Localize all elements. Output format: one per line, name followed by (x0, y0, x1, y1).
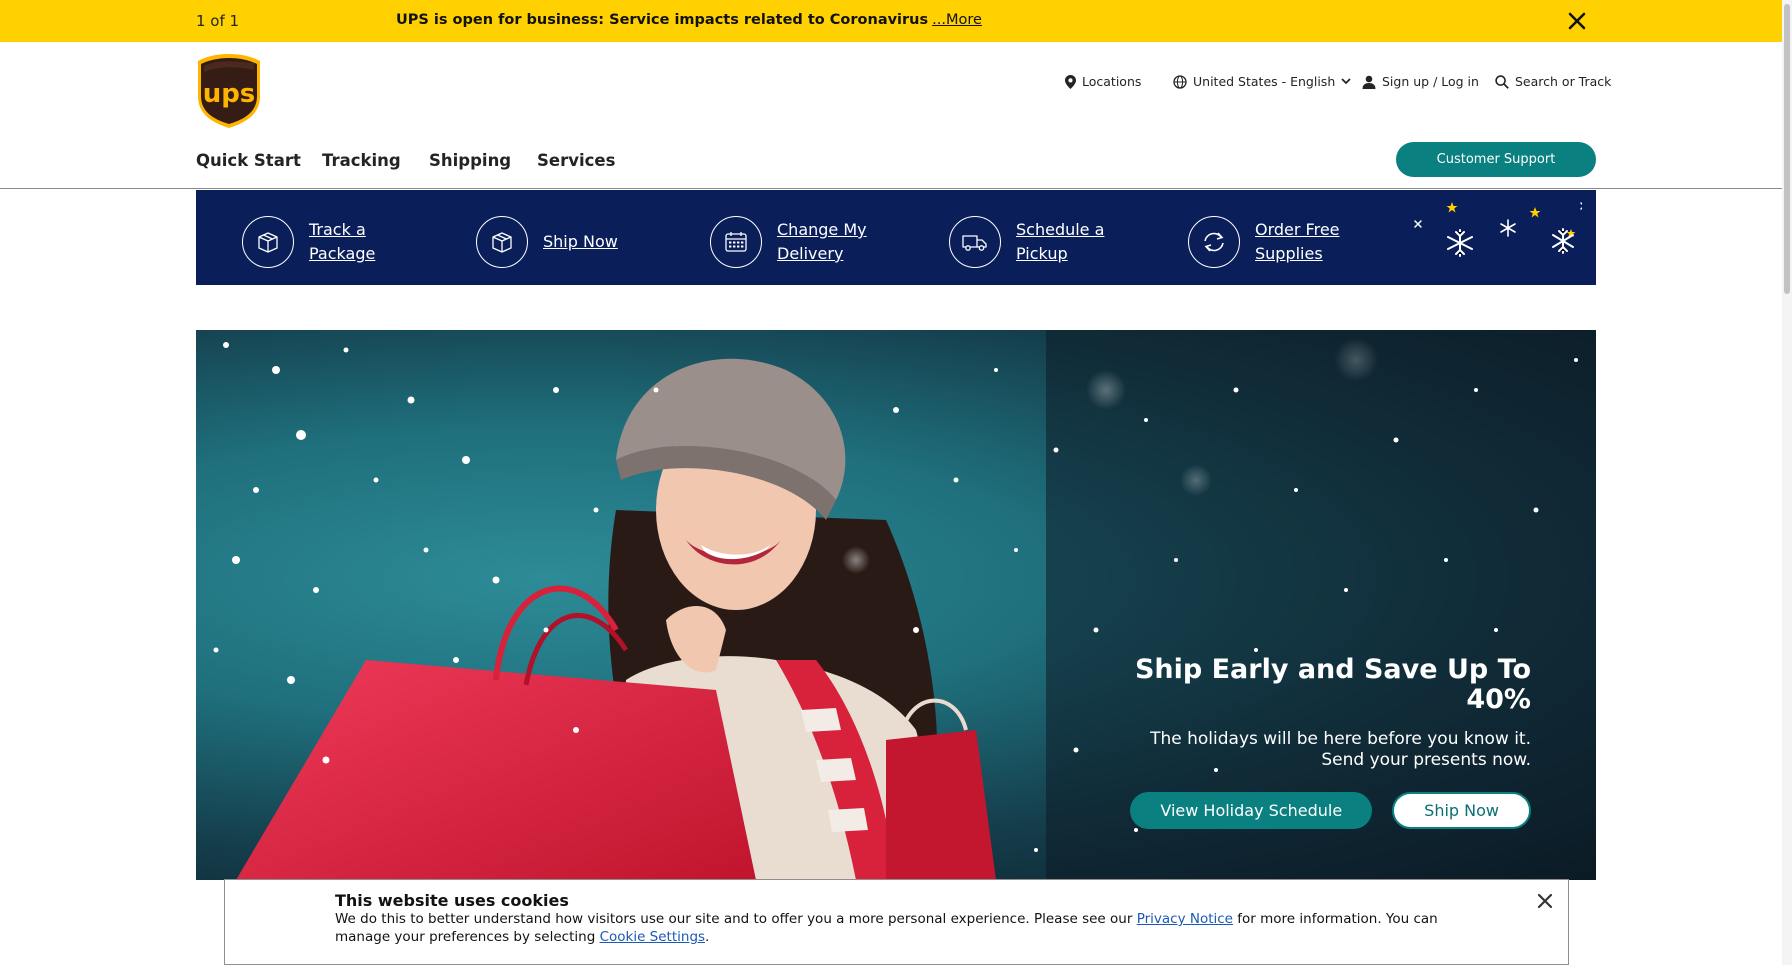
alert-message: UPS is open for business: Service impact… (396, 12, 982, 28)
search-label: Search or Track (1515, 74, 1612, 89)
quick-change-delivery-label: Change My Delivery (777, 220, 867, 263)
hero-subtitle-line1: The holidays will be here before you kno… (1150, 729, 1531, 749)
quick-order-supplies[interactable]: Order Free Supplies (1188, 216, 1340, 268)
quick-change-delivery[interactable]: Change My Delivery (710, 216, 867, 268)
package-icon (476, 216, 528, 268)
nav-shipping[interactable]: Shipping (429, 151, 511, 170)
quick-schedule-pickup-label: Schedule a Pickup (1016, 220, 1105, 263)
search-link[interactable]: Search or Track (1495, 74, 1611, 89)
locations-link[interactable]: Locations (1065, 74, 1141, 89)
language-label: United States - English (1193, 74, 1336, 89)
customer-support-button[interactable]: Customer Support (1396, 142, 1596, 177)
nav-services[interactable]: Services (537, 151, 615, 170)
cookie-text: We do this to better understand how visi… (335, 910, 1465, 946)
refresh-icon (1188, 216, 1240, 268)
hero-subtitle-line2: Send your presents now. (1321, 750, 1531, 770)
scrollbar-thumb[interactable] (1784, 4, 1790, 294)
alert-close-icon[interactable] (1565, 9, 1589, 33)
quick-order-supplies-label: Order Free Supplies (1255, 220, 1340, 263)
cookie-text-before: We do this to better understand how visi… (335, 911, 1137, 927)
alert-more-link[interactable]: ...More (932, 12, 982, 28)
quick-start-bar: Track a Package Ship Now Change My Deliv… (196, 190, 1596, 285)
cookie-banner: This website uses cookies We do this to … (224, 879, 1569, 965)
cookie-text-after: . (705, 929, 710, 945)
page-scrollbar[interactable] (1782, 0, 1792, 965)
nav-tracking[interactable]: Tracking (322, 151, 401, 170)
alert-counter: 1 of 1 (196, 12, 240, 30)
location-pin-icon (1065, 74, 1076, 89)
view-holiday-schedule-button[interactable]: View Holiday Schedule (1130, 792, 1373, 829)
login-label: Sign up / Log in (1382, 74, 1479, 89)
truck-icon (949, 216, 1001, 268)
hero-title: Ship Early and Save Up To 40% (1134, 654, 1531, 715)
quick-track-package-label: Track a Package (309, 220, 376, 263)
package-icon (242, 216, 294, 268)
cookie-settings-link[interactable]: Cookie Settings (600, 929, 705, 945)
hero-buttons: View Holiday Schedule Ship Now (1130, 792, 1531, 829)
quick-track-package[interactable]: Track a Package (242, 216, 375, 268)
privacy-notice-link[interactable]: Privacy Notice (1137, 911, 1233, 927)
search-icon (1495, 74, 1509, 89)
snowflake-decoration-icon (1414, 202, 1582, 257)
nav-quick-start[interactable]: Quick Start (196, 151, 301, 170)
quick-schedule-pickup[interactable]: Schedule a Pickup (949, 216, 1104, 268)
globe-icon (1173, 74, 1187, 89)
hero-ship-now-button[interactable]: Ship Now (1392, 792, 1531, 829)
header-divider (0, 188, 1782, 189)
hero-subtitle: The holidays will be here before you kno… (1101, 729, 1531, 771)
hero-text-block: Ship Early and Save Up To 40% The holida… (1101, 655, 1531, 771)
alert-banner: 1 of 1 UPS is open for business: Service… (0, 0, 1782, 42)
language-selector[interactable]: United States - English (1173, 74, 1351, 89)
calendar-icon (710, 216, 762, 268)
quick-ship-now-label: Ship Now (543, 232, 618, 251)
user-icon (1362, 75, 1376, 89)
chevron-down-icon (1341, 78, 1351, 85)
logo-text: ups (203, 79, 256, 109)
ups-logo[interactable]: ups (196, 52, 262, 130)
cookie-close-icon[interactable] (1535, 891, 1555, 911)
login-link[interactable]: Sign up / Log in (1362, 74, 1479, 89)
locations-label: Locations (1082, 74, 1142, 89)
quick-ship-now[interactable]: Ship Now (476, 216, 618, 268)
hero-banner: Ship Early and Save Up To 40% The holida… (196, 330, 1596, 880)
cookie-title: This website uses cookies (335, 891, 569, 910)
alert-message-text: UPS is open for business: Service impact… (396, 12, 929, 28)
